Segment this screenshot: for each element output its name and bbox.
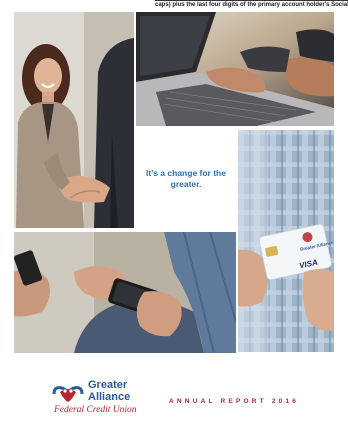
report-title: ANNUAL REPORT 2016: [169, 398, 300, 405]
heart-hands-icon: [52, 386, 84, 402]
laptop-illustration: [136, 12, 334, 126]
photo-phone: [14, 232, 236, 353]
photo-card: Greater Alliance VISA: [238, 130, 334, 352]
logo-text-greater: Greater: [88, 379, 128, 391]
tagline: It's a change for the greater.: [146, 168, 226, 189]
photo-handshake: [14, 12, 134, 228]
handshake-illustration: [14, 12, 134, 228]
phone-illustration: [14, 232, 236, 353]
annual-report-cover: caps) plus the last four digits of the p…: [0, 0, 348, 448]
credit-union-logo: Greater Alliance Federal Credit Union: [50, 378, 170, 420]
card-illustration: Greater Alliance VISA: [238, 130, 334, 352]
logo-text-alliance: Alliance: [88, 391, 131, 403]
logo-text-fcu: Federal Credit Union: [54, 405, 137, 415]
photo-laptop: [136, 12, 334, 126]
cropped-header-text: caps) plus the last four digits of the p…: [155, 2, 348, 8]
